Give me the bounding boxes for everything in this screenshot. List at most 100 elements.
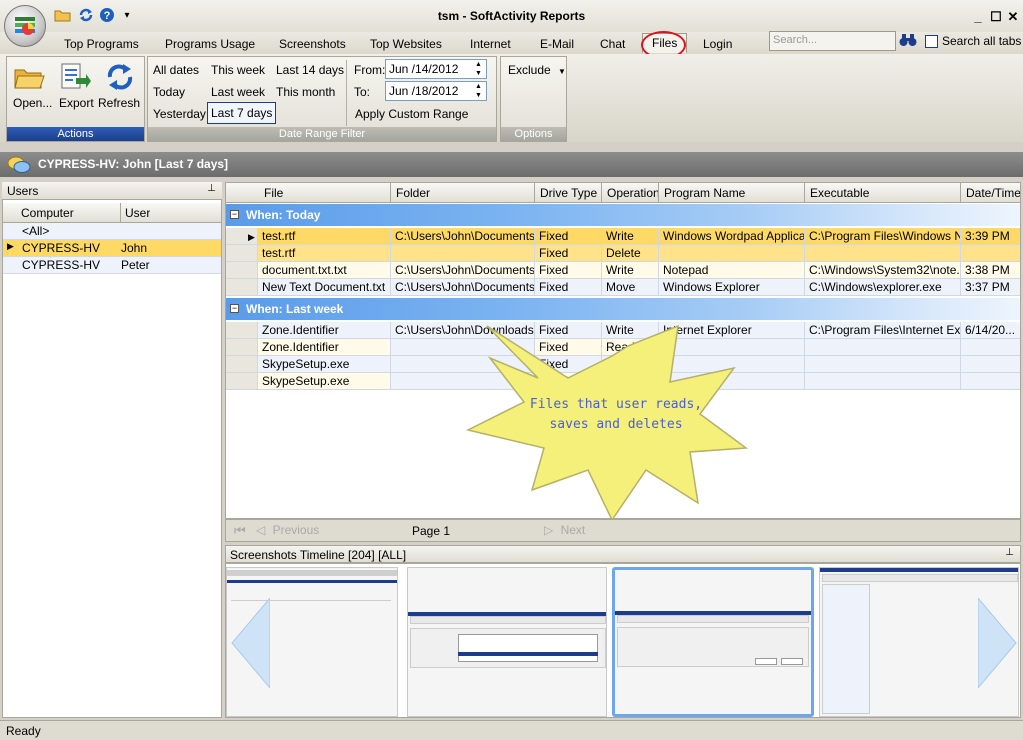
executable-cell: C:\Program Files\Windows N... — [805, 228, 961, 245]
file-column-header[interactable]: File — [226, 183, 391, 203]
scroll-right-icon[interactable] — [977, 596, 1018, 690]
executable-column-header[interactable]: Executable — [805, 183, 961, 203]
to-date-value: Jun /18/2012 — [389, 84, 459, 98]
datetime-cell: 3:38 PM — [961, 262, 1020, 279]
tab-files[interactable]: Files — [642, 33, 688, 53]
table-row[interactable]: SkypeSetup.exe Fixed Delete — [226, 373, 1020, 390]
tab-top-websites[interactable]: Top Websites — [370, 37, 442, 51]
drive-cell: Fixed — [535, 279, 602, 296]
program-cell — [659, 356, 805, 373]
collapse-icon[interactable]: − — [230, 210, 239, 219]
table-row[interactable]: New Text Document.txt C:\Users\John\Docu… — [226, 279, 1020, 296]
folder-cell — [391, 356, 535, 373]
datetime-cell: 6/14/20... — [961, 322, 1020, 339]
users-row-selected[interactable]: ▶ CYPRESS-HV John — [3, 240, 221, 257]
chat-bubbles-icon — [7, 156, 31, 173]
program-name-column-header[interactable]: Program Name — [659, 183, 805, 203]
date-time-column-header[interactable]: Date/Time — [961, 183, 1020, 203]
last-14-days-option[interactable]: Last 14 days — [276, 63, 344, 77]
screenshot-thumbnail-selected[interactable] — [612, 567, 814, 717]
refresh-button[interactable]: Refresh — [98, 62, 140, 110]
row-indicator: ▶ — [226, 228, 258, 245]
drive-type-column-header[interactable]: Drive Type — [535, 183, 602, 203]
users-row[interactable]: <All> — [3, 223, 221, 240]
status-text: Ready — [6, 724, 41, 738]
files-grid: File Folder Drive Type Operation Program… — [225, 182, 1021, 519]
computer-column-header[interactable]: Computer — [21, 206, 74, 220]
row-indicator — [226, 356, 258, 373]
first-page-icon[interactable]: ⏮ — [234, 523, 246, 539]
this-month-option[interactable]: This month — [276, 85, 335, 99]
group-label: When: Last week — [246, 302, 344, 316]
binoculars-icon[interactable] — [899, 33, 917, 50]
drive-cell: Fixed — [535, 373, 602, 390]
tab-screenshots[interactable]: Screenshots — [279, 37, 346, 51]
program-cell — [659, 339, 805, 356]
exclude-dropdown[interactable]: Exclude ▼ — [508, 63, 566, 77]
users-row-user: Peter — [121, 258, 150, 272]
group-row-today[interactable]: − When: Today — [226, 204, 1020, 226]
minimize-button[interactable]: _ — [970, 9, 986, 25]
next-button[interactable]: ▷ Next — [544, 523, 585, 537]
tab-email[interactable]: E-Mail — [540, 37, 574, 51]
table-row[interactable]: SkypeSetup.exe Fixed Write — [226, 356, 1020, 373]
drive-cell: Fixed — [535, 356, 602, 373]
user-column-header[interactable]: User — [125, 206, 150, 220]
this-week-option[interactable]: This week — [211, 63, 265, 77]
apply-custom-range-button[interactable]: Apply Custom Range — [355, 107, 468, 121]
table-row[interactable]: test.rtf Fixed Delete — [226, 245, 1020, 262]
table-row[interactable]: Zone.Identifier C:\Users\John\Downloads … — [226, 322, 1020, 339]
export-label: Export — [59, 96, 94, 110]
table-row-selected[interactable]: ▶ test.rtf C:\Users\John\Documents Fixed… — [226, 228, 1020, 245]
all-dates-option[interactable]: All dates — [153, 63, 199, 77]
datetime-cell — [961, 373, 1020, 390]
from-date-spinner[interactable]: ▲ ▼ — [472, 60, 485, 78]
previous-button[interactable]: ◁ Previous — [256, 523, 319, 537]
search-all-tabs-checkbox[interactable] — [925, 35, 938, 48]
executable-cell — [805, 373, 961, 390]
tab-top-programs[interactable]: Top Programs — [64, 37, 139, 51]
to-date-spinner[interactable]: ▲ ▼ — [472, 82, 485, 100]
pin-icon[interactable]: ⊥ — [207, 183, 216, 194]
row-indicator — [226, 245, 258, 262]
file-cell: test.rtf — [258, 228, 391, 245]
row-indicator — [226, 373, 258, 390]
users-column-header: Computer User — [3, 203, 221, 223]
export-button[interactable]: Export — [59, 62, 94, 110]
report-title: CYPRESS-HV: John [Last 7 days] — [38, 157, 229, 171]
search-input[interactable]: Search... — [769, 31, 896, 51]
table-row[interactable]: Zone.Identifier Fixed Read — [226, 339, 1020, 356]
to-label: To: — [354, 85, 371, 99]
users-row[interactable]: CYPRESS-HV Peter — [3, 257, 221, 274]
last-7-days-option[interactable]: Last 7 days — [207, 102, 277, 124]
tab-login[interactable]: Login — [703, 37, 732, 51]
folder-column-header[interactable]: Folder — [391, 183, 535, 203]
datetime-cell — [961, 339, 1020, 356]
group-row-last-week[interactable]: − When: Last week — [226, 298, 1020, 320]
yesterday-option[interactable]: Yesterday — [153, 107, 206, 121]
collapse-icon[interactable]: − — [230, 304, 239, 313]
close-button[interactable]: ✕ — [1005, 9, 1021, 25]
today-option[interactable]: Today — [153, 85, 185, 99]
executable-cell — [805, 356, 961, 373]
options-caption: Options — [501, 127, 566, 141]
screenshots-timeline — [225, 563, 1021, 718]
tab-internet[interactable]: Internet — [470, 37, 511, 51]
last-week-option[interactable]: Last week — [211, 85, 265, 99]
next-arrow-icon: ▷ — [544, 523, 554, 537]
operation-column-header[interactable]: Operation — [602, 183, 659, 203]
row-pointer-icon: ▶ — [248, 232, 255, 242]
tab-chat[interactable]: Chat — [600, 37, 625, 51]
scroll-left-icon[interactable] — [230, 596, 271, 690]
screenshot-thumbnail[interactable] — [407, 567, 607, 717]
app-menu-button[interactable] — [4, 5, 46, 47]
maximize-button[interactable]: ☐ — [988, 9, 1004, 25]
datetime-cell: 3:37 PM — [961, 279, 1020, 296]
table-row[interactable]: document.txt.txt C:\Users\John\Documents… — [226, 262, 1020, 279]
drive-cell: Fixed — [535, 339, 602, 356]
open-button[interactable]: Open... — [13, 62, 52, 110]
operation-cell: Move — [602, 279, 659, 296]
pin-icon[interactable]: ⊥ — [1005, 547, 1014, 558]
users-panel-title: Users — [7, 184, 39, 198]
tab-programs-usage[interactable]: Programs Usage — [165, 37, 255, 51]
